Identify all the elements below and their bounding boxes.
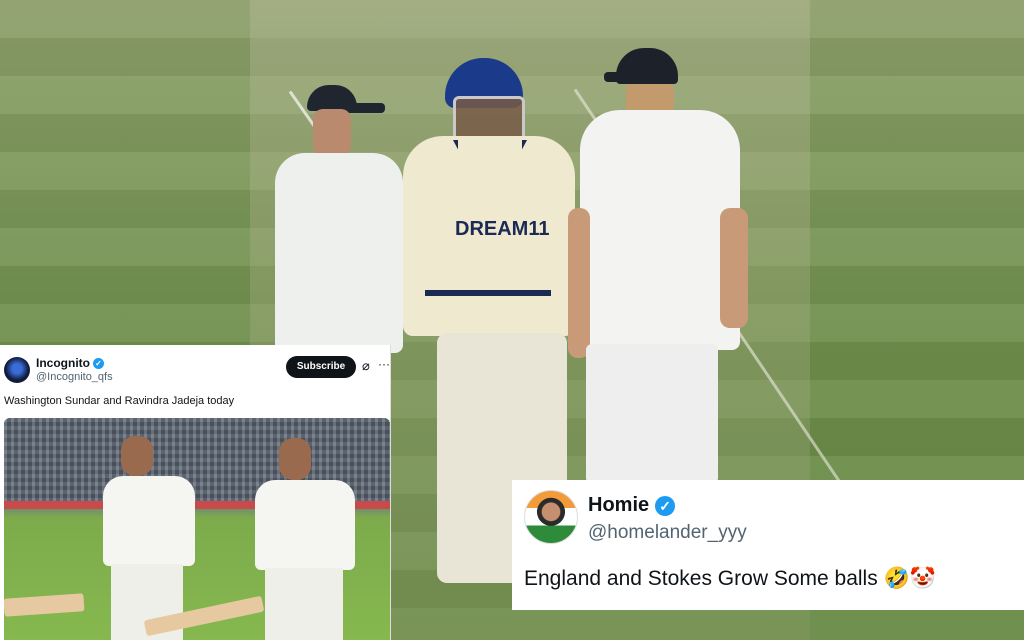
tweet-photo[interactable] [4, 418, 390, 640]
england-player-left [275, 85, 405, 355]
cricket-bat [4, 593, 85, 617]
player-one [99, 436, 199, 640]
more-icon[interactable]: ··· [378, 357, 390, 371]
trousers [586, 344, 718, 484]
sweater [275, 153, 403, 353]
tweet-card-incognito: Incognito ✓ @Incognito_qfs Subscribe ⌀ ··… [0, 345, 391, 640]
trousers [265, 568, 343, 640]
arm [720, 208, 748, 328]
verified-icon: ✓ [93, 358, 104, 370]
player-two [249, 438, 359, 640]
tweet-author-handle[interactable]: @homelander_yyy [588, 522, 747, 544]
tweet-author-name[interactable]: Homie ✓ [588, 494, 676, 517]
avatar[interactable] [4, 357, 30, 383]
tweet-text: England and Stokes Grow Some balls 🤣🤡 [524, 567, 936, 590]
sponsor-text: DREAM11 [455, 218, 550, 240]
tweet-author-name[interactable]: Incognito ✓ [36, 356, 104, 370]
sweater [580, 110, 740, 350]
tweet-author-handle[interactable]: @Incognito_qfs [36, 371, 113, 383]
head [279, 438, 311, 480]
arm [568, 208, 590, 358]
shirt [255, 480, 355, 570]
england-player-right [568, 48, 758, 488]
face [313, 109, 351, 159]
sweater-band [425, 290, 551, 296]
head [121, 436, 153, 476]
verified-icon: ✓ [655, 495, 676, 516]
subscribe-button[interactable]: Subscribe [286, 356, 356, 378]
tweet-card-homie: Homie ✓ @homelander_yyy England and Stoke… [512, 480, 1024, 610]
avatar[interactable] [524, 490, 578, 544]
grok-icon[interactable]: ⌀ [362, 358, 370, 374]
cap-brim [604, 72, 630, 82]
shirt [103, 476, 195, 566]
tweet-text: Washington Sundar and Ravindra Jadeja to… [4, 395, 235, 407]
